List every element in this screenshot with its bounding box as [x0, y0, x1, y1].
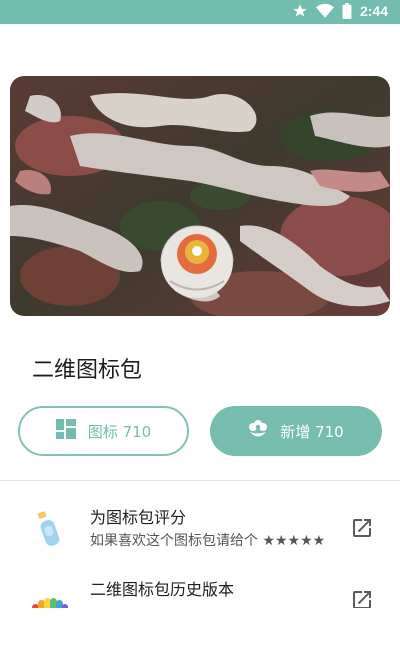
divider — [0, 480, 400, 481]
status-icons: 2:44 — [292, 3, 388, 19]
list-item-title: 为图标包评分 — [90, 508, 187, 527]
hero-image — [10, 76, 390, 316]
icons-button-label: 图标 710 — [87, 422, 152, 441]
balloon-icon — [160, 225, 234, 298]
new-icons-button-label: 新增 710 — [280, 422, 344, 441]
grid-icon — [55, 419, 76, 443]
new-icons-button[interactable]: 新增 710 — [210, 406, 382, 456]
wifi-icon — [315, 3, 334, 19]
icons-button[interactable]: 图标 710 — [18, 406, 189, 456]
app-title: 二维图标包 — [32, 358, 143, 383]
open-external-icon[interactable] — [350, 516, 374, 540]
status-time: 2:44 — [359, 3, 388, 19]
battery-icon — [342, 3, 352, 19]
bottle-icon — [30, 508, 70, 548]
status-bar: 2:44 — [0, 0, 400, 24]
flower-icon — [248, 419, 268, 443]
bottom-area — [0, 608, 400, 661]
list-item-rate[interactable]: 为图标包评分 如果喜欢这个图标包请给个 ★★★★★ — [0, 498, 400, 558]
star-icon — [292, 3, 308, 19]
list-item-title: 二维图标包历史版本 — [90, 580, 235, 599]
list-item-subtitle: 如果喜欢这个图标包请给个 ★★★★★ — [90, 533, 326, 549]
